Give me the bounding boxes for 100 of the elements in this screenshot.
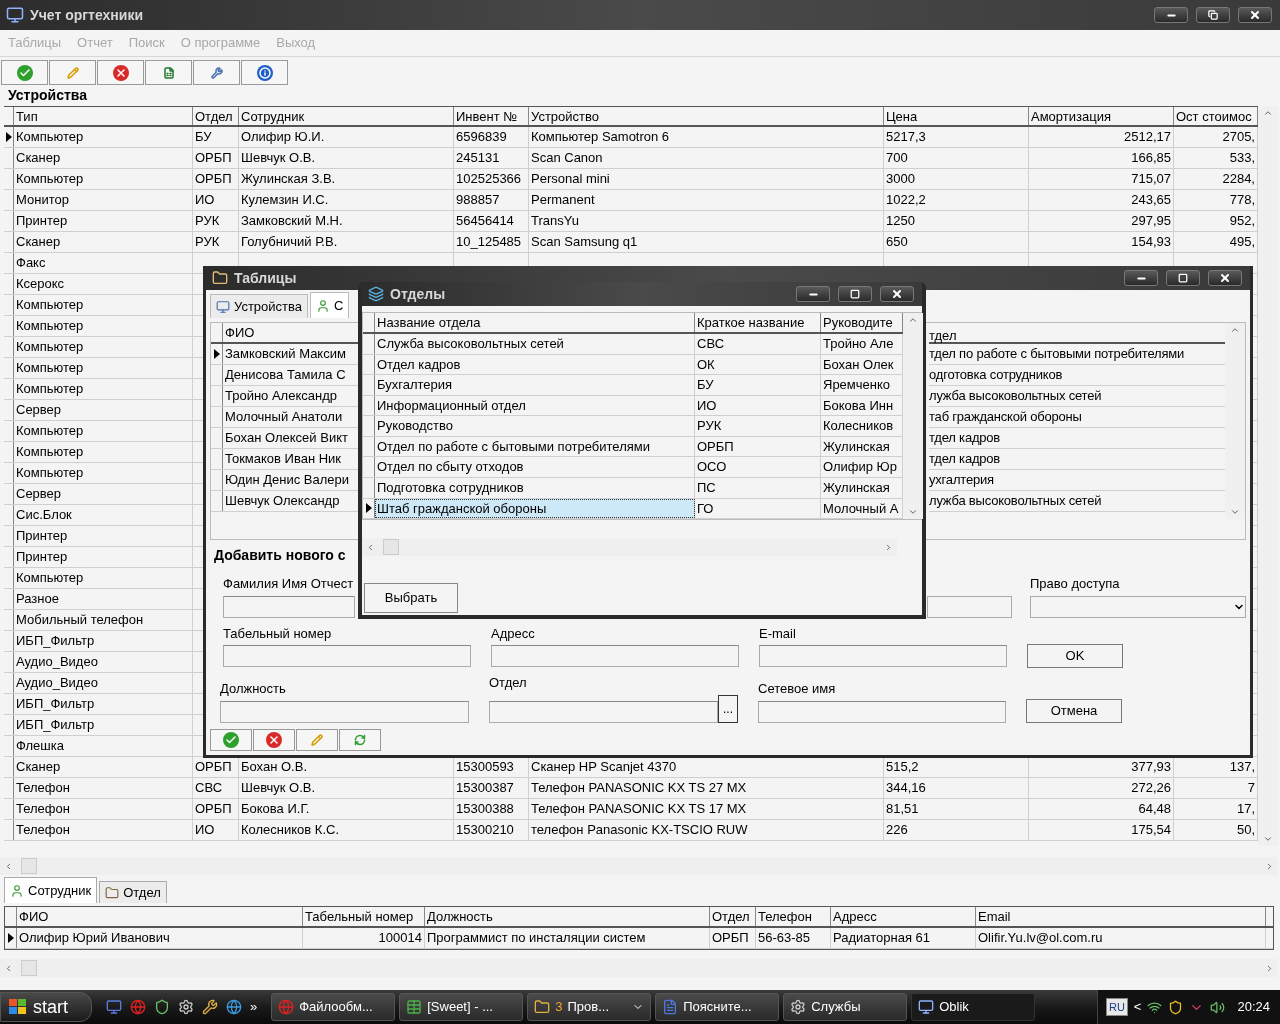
column-header[interactable]: ФИО <box>223 323 257 342</box>
dropdown[interactable] <box>1030 595 1246 618</box>
toolbar-button[interactable] <box>49 60 96 85</box>
taskbar-button[interactable]: Службы <box>783 993 908 1021</box>
taskbar-button[interactable]: Oblik <box>911 993 1036 1021</box>
column-header[interactable]: тдел <box>929 328 957 343</box>
minimize-button[interactable] <box>796 286 830 302</box>
name-cell[interactable]: Отдел по работе с бытовыми потребителями <box>375 436 695 457</box>
more-button[interactable]: » <box>250 997 258 1017</box>
taskbar-button[interactable]: [Sweet] - ... <box>399 993 524 1021</box>
table-row[interactable]: Подготовка сотрудников ПС Жулинская <box>363 477 903 499</box>
tray-toggle[interactable]: < <box>1133 997 1142 1017</box>
column-header[interactable]: Тип <box>14 107 193 125</box>
arrow-down-icon[interactable] <box>908 507 918 517</box>
close-button[interactable] <box>1208 270 1242 286</box>
column-header[interactable]: Сотрудник <box>239 107 454 125</box>
vertical-scrollbar[interactable] <box>1258 106 1278 846</box>
input-field[interactable] <box>758 700 1006 723</box>
input-field[interactable] <box>223 645 471 667</box>
ok-button[interactable]: OK <box>1027 644 1123 668</box>
browse-button[interactable]: ... <box>718 694 738 723</box>
name-cell[interactable]: Бухгалтерия <box>375 375 695 395</box>
table-row[interactable]: Руководство РУК Колесников <box>363 416 903 437</box>
arrow-left-icon[interactable] <box>4 861 13 871</box>
name-cell[interactable]: Штаб гражданской обороны <box>375 498 695 519</box>
globe-icon[interactable] <box>130 999 146 1015</box>
arrow-left-icon[interactable] <box>4 963 13 973</box>
speaker-icon[interactable] <box>1210 999 1226 1015</box>
table-row[interactable]: Телефон ИО Колесников К.С. 15300210 телефон Panasonic KX-TSCIO RUW 226 175,54 50, <box>4 820 1258 841</box>
arrow-down-icon[interactable] <box>1230 507 1240 517</box>
column-header[interactable]: Должность <box>425 907 710 926</box>
column-header[interactable]: ФИО <box>17 907 303 926</box>
column-header[interactable]: Телефон <box>756 907 831 926</box>
input-field[interactable] <box>491 645 739 667</box>
toolbar-button[interactable] <box>253 729 295 751</box>
shield-icon[interactable] <box>1168 999 1184 1015</box>
arrow-left-icon[interactable] <box>366 542 375 552</box>
vertical-scrollbar[interactable] <box>1225 323 1245 519</box>
name-cell[interactable]: Отдел кадров <box>375 354 695 375</box>
minimize-button[interactable] <box>1154 7 1188 23</box>
column-header[interactable]: Отдел <box>193 107 239 125</box>
arrow-right-icon[interactable] <box>1265 861 1274 871</box>
table-row[interactable]: Олифир Юрий Иванович 100014 Программист по инсталяции систем ОРБП 56-63-85 Радиаторная 61 Olifir.Yu.lv@ol.com.ru <box>5 928 1273 949</box>
toolbar-button[interactable] <box>145 60 192 85</box>
toolbar-button[interactable] <box>193 60 240 85</box>
toolbar-button[interactable] <box>210 729 252 751</box>
maximize-button[interactable] <box>1196 7 1230 23</box>
column-header[interactable]: Адресс <box>831 907 976 926</box>
shield-icon[interactable] <box>154 999 170 1015</box>
arrow-right-icon[interactable] <box>1265 963 1274 973</box>
scroll-thumb[interactable] <box>21 858 37 874</box>
tab[interactable]: Устройства <box>210 294 308 318</box>
tab[interactable]: С <box>310 292 350 318</box>
toolbar-button[interactable] <box>241 60 288 85</box>
horizontal-scrollbar[interactable] <box>0 959 1278 977</box>
arrow-up-icon[interactable] <box>1230 325 1240 335</box>
minimize-button[interactable] <box>1124 270 1158 286</box>
column-header[interactable]: Устройство <box>529 107 884 125</box>
table-row[interactable]: Сканер РУК Голубничий Р.В. 10_125485 Scan Samsung q1 650 154,93 495, <box>4 232 1258 253</box>
column-header[interactable]: Отдел <box>710 907 756 926</box>
table-row[interactable]: Монитор ИО Кулемзин И.С. 988857 Permanent 1022,2 243,65 778, <box>4 190 1258 211</box>
name-cell[interactable]: Подготовка сотрудников <box>375 477 695 498</box>
column-header[interactable]: Табельный номер <box>303 907 425 926</box>
name-cell[interactable]: Информационный отдел <box>375 395 695 416</box>
column-header[interactable]: Амортизация <box>1029 107 1174 125</box>
scroll-thumb[interactable] <box>21 960 37 976</box>
table-row[interactable]: Компьютер ОРБП Жулинская З.В. 102525366 Personal mini 3000 715,07 2284, <box>4 169 1258 190</box>
taskbar-button[interactable]: 3 Пров... <box>527 993 652 1021</box>
arrow-down-icon[interactable] <box>1263 834 1273 844</box>
horizontal-scrollbar[interactable] <box>362 538 897 556</box>
table-row[interactable]: Принтер РУК Замковский М.Н. 56456414 TransYu 1250 297,95 952, <box>4 211 1258 232</box>
toolbar-button[interactable] <box>97 60 144 85</box>
table-row[interactable]: Телефон ОРБП Бокова И.Г. 15300388 Телефон PANASONIC KX TS 17 MX 81,51 64,48 17, <box>4 799 1258 820</box>
close-button[interactable] <box>880 286 914 302</box>
start-button[interactable]: start <box>0 992 92 1022</box>
table-row[interactable]: Бухгалтерия БУ Яремченко <box>363 375 903 396</box>
network-icon[interactable] <box>1147 999 1163 1015</box>
input-field[interactable] <box>927 595 1012 618</box>
maximize-button[interactable] <box>838 286 872 302</box>
arrow-up-icon[interactable] <box>1263 108 1273 118</box>
input-field[interactable] <box>223 595 355 618</box>
column-header[interactable]: Краткое название <box>695 313 821 332</box>
gear-icon[interactable] <box>178 999 194 1015</box>
input-field[interactable] <box>489 700 718 723</box>
toolbar-button[interactable] <box>339 729 381 751</box>
column-header[interactable]: Название отдела <box>375 313 695 332</box>
arrow-right-icon[interactable] <box>884 542 893 552</box>
table-row[interactable]: Штаб гражданской обороны ГО Молочный А <box>363 498 903 520</box>
table-row[interactable]: Компьютер БУ Олифир Ю.И. 6596839 Компьютер Samotron 6 5217,3 2512,17 2705, <box>4 127 1258 148</box>
wrench-icon[interactable] <box>202 999 218 1015</box>
name-cell[interactable]: Руководство <box>375 416 695 436</box>
browser-icon[interactable] <box>226 999 242 1015</box>
column-header[interactable]: Email <box>976 907 1266 926</box>
input-field[interactable] <box>759 645 1007 667</box>
column-header[interactable]: Инвент № <box>454 107 529 125</box>
toolbar-button[interactable] <box>1 60 48 85</box>
toolbar-button[interactable] <box>296 729 338 751</box>
arrow-up-icon[interactable] <box>908 315 918 325</box>
tab[interactable]: Отдел <box>99 881 167 903</box>
cancel-button[interactable]: Отмена <box>1026 698 1122 723</box>
